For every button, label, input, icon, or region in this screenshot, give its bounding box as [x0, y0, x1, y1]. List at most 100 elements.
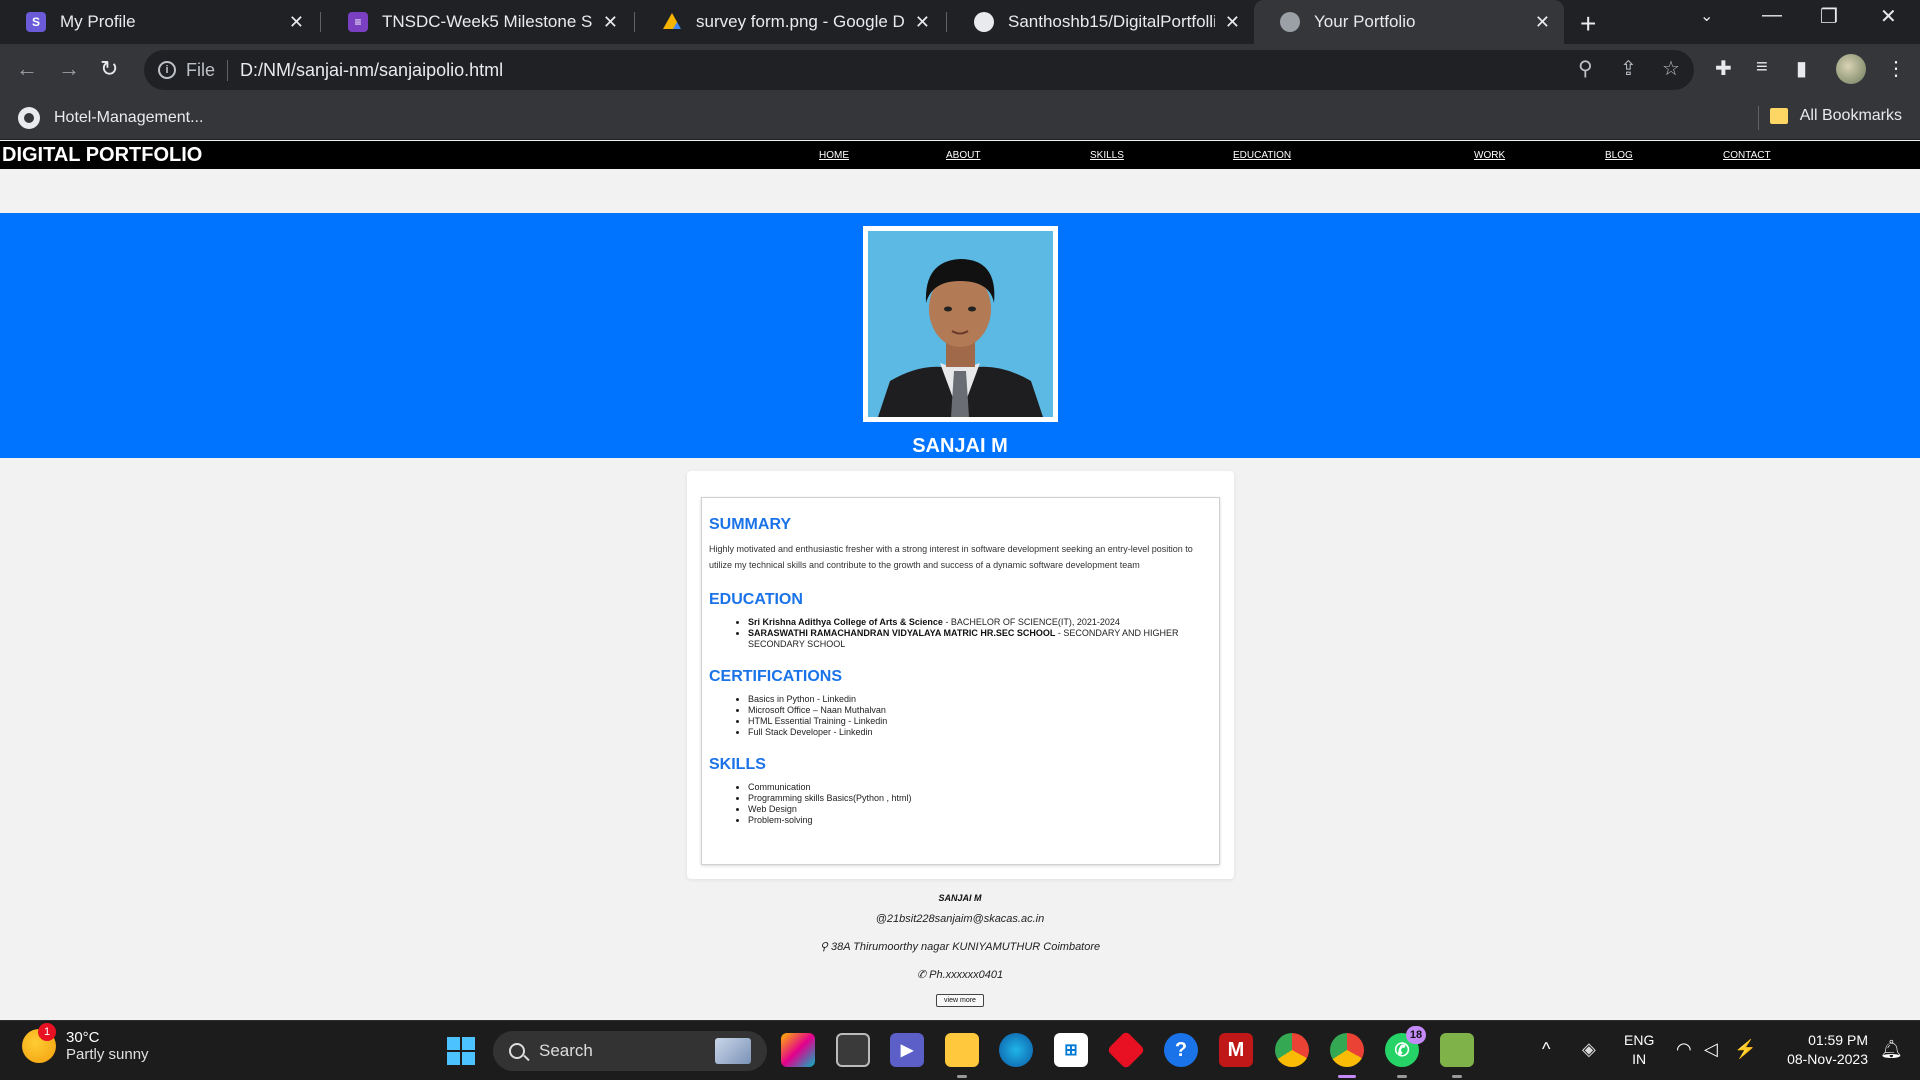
portfolio-page: DIGITAL PORTFOLIO HOME ABOUT SKILLS EDUC… [0, 141, 1920, 1020]
address-url[interactable]: D:/NM/sanjai-nm/sanjaipolio.html [240, 60, 503, 81]
help-icon[interactable]: ? [1164, 1033, 1198, 1067]
mcafee-icon[interactable]: M [1219, 1033, 1253, 1067]
close-tab-icon[interactable]: ✕ [915, 12, 930, 33]
profile-favicon-icon: S [26, 12, 46, 32]
notification-bell-icon[interactable]: 🔔︎ [1880, 1039, 1903, 1060]
weather-widget[interactable]: 1 30°C Partly sunny [22, 1023, 149, 1063]
hero-banner: SANJAI M [0, 213, 1920, 458]
folder-icon [1769, 108, 1788, 124]
search-label: Search [539, 1041, 593, 1060]
view-more-button[interactable]: view more [936, 994, 984, 1007]
nav-home[interactable]: HOME [819, 150, 849, 161]
forward-arrow-icon[interactable]: → [58, 56, 80, 82]
close-window-icon[interactable]: ✕ [1880, 4, 1897, 29]
reload-icon[interactable]: ↻ [100, 56, 118, 82]
address-bar[interactable]: i File D:/NM/sanjai-nm/sanjaipolio.html [144, 50, 1694, 90]
whatsapp-badge: 18 [1406, 1026, 1426, 1044]
edge-icon[interactable] [999, 1033, 1033, 1067]
clock-date: 08-Nov-2023 [1787, 1051, 1868, 1067]
certification-item: Basics in Python - Linkedin [748, 694, 1212, 705]
forms-favicon-icon: ≡ [348, 12, 368, 32]
close-tab-icon[interactable]: ✕ [289, 12, 304, 33]
footer-email: @21bsit228sanjaim@skacas.ac.in [875, 913, 1045, 925]
footer-name: SANJAI M [938, 893, 982, 903]
restore-icon[interactable]: ❐ [1820, 4, 1838, 29]
certifications-heading: CERTIFICATIONS [709, 668, 843, 685]
tab-title: My Profile [60, 12, 136, 31]
clock-time: 01:59 PM [1808, 1032, 1868, 1048]
copilot-icon[interactable] [781, 1033, 815, 1067]
education-list: Sri Krishna Adithya College of Arts & Sc… [709, 617, 1212, 650]
close-tab-icon[interactable]: ✕ [603, 12, 618, 33]
nav-blog[interactable]: BLOG [1605, 150, 1633, 161]
tab-title: Santhoshb15/DigitalPortfollio [1008, 12, 1215, 31]
new-tab-button[interactable]: + [1580, 8, 1596, 40]
chrome-profile-icon[interactable] [1330, 1033, 1364, 1067]
teams-chat-icon[interactable]: ▶ [890, 1033, 924, 1067]
nav-about[interactable]: ABOUT [946, 150, 980, 161]
weather-badge: 1 [38, 1023, 56, 1041]
profile-photo [863, 226, 1058, 422]
search-icon [509, 1043, 525, 1059]
nav-skills[interactable]: SKILLS [1090, 150, 1124, 161]
anydesk-icon[interactable] [1106, 1030, 1146, 1070]
education-item: Sri Krishna Adithya College of Arts & Sc… [748, 617, 1212, 628]
taskbar-search[interactable]: Search [493, 1031, 767, 1071]
nav-contact[interactable]: CONTACT [1723, 150, 1771, 161]
tab-my-profile[interactable]: S My Profile ✕ [0, 0, 318, 44]
tab-title: survey form.png - Google Drive [696, 12, 905, 31]
volume-icon[interactable]: ◁ [1704, 1039, 1718, 1060]
media-queue-icon[interactable]: ≡ [1756, 56, 1768, 79]
start-windows-icon[interactable] [447, 1037, 475, 1065]
tab-title: Your Portfolio [1314, 12, 1416, 31]
hero-name: SANJAI M [912, 435, 1008, 457]
bookmark-star-icon[interactable]: ☆ [1662, 56, 1680, 81]
nav-work[interactable]: WORK [1474, 150, 1505, 161]
photos-app-icon[interactable] [1440, 1033, 1474, 1067]
mcafee-tray-icon[interactable]: ◈ [1582, 1039, 1596, 1060]
windows-taskbar: 1 30°C Partly sunny Search ▶ ⊞ ? M ✆ 18 … [0, 1020, 1920, 1080]
search-highlight-image [715, 1038, 751, 1064]
system-clock[interactable]: 01:59 PM 08-Nov-2023 [1772, 1031, 1868, 1069]
browser-tab-strip: S My Profile ✕ ≡ TNSDC-Week5 Milestone S… [0, 0, 1920, 44]
profile-avatar[interactable] [1836, 54, 1866, 84]
all-bookmarks-button[interactable]: All Bookmarks [1769, 107, 1902, 125]
file-explorer-icon[interactable] [945, 1033, 979, 1067]
site-brand: DIGITAL PORTFOLIO [2, 144, 203, 166]
close-tab-icon[interactable]: ✕ [1535, 12, 1550, 33]
side-panel-icon[interactable]: ▮ [1796, 56, 1807, 81]
resume-inner-panel: SUMMARY Highly motivated and enthusiasti… [701, 497, 1220, 865]
extensions-puzzle-icon[interactable]: ✚ [1715, 56, 1732, 81]
certifications-list: Basics in Python - Linkedin Microsoft Of… [709, 694, 1212, 738]
bookmark-hotel-management[interactable]: Hotel-Management... [18, 107, 203, 129]
chrome-icon[interactable] [1275, 1033, 1309, 1067]
wifi-icon[interactable]: ◠ [1676, 1039, 1692, 1060]
tab-search-chevron-icon[interactable]: ⌄ [1700, 6, 1713, 26]
certification-item: Full Stack Developer - Linkedin [748, 727, 1212, 738]
menu-kebab-icon[interactable]: ⋮ [1886, 56, 1906, 81]
footer-phone: ✆ Ph.xxxxxx0401 [916, 969, 1004, 981]
tab-your-portfolio[interactable]: Your Portfolio ✕ [1254, 0, 1564, 44]
tab-tnsdc-week5[interactable]: ≡ TNSDC-Week5 Milestone Submi ✕ [322, 0, 632, 44]
minimize-icon[interactable]: — [1762, 4, 1782, 27]
skills-list: Communication Programming skills Basics(… [709, 782, 1212, 826]
zoom-icon[interactable]: ⚲ [1578, 56, 1593, 81]
tab-google-drive[interactable]: survey form.png - Google Drive ✕ [636, 0, 944, 44]
tab-github-repo[interactable]: Santhoshb15/DigitalPortfollio ✕ [948, 0, 1254, 44]
share-icon[interactable]: ⇪ [1620, 56, 1637, 81]
partly-sunny-icon: 1 [22, 1023, 56, 1063]
certification-item: HTML Essential Training - Linkedin [748, 716, 1212, 727]
battery-charging-icon[interactable]: ⚡ [1734, 1039, 1756, 1060]
back-arrow-icon[interactable]: ← [16, 56, 38, 82]
info-icon[interactable]: i [158, 61, 176, 79]
nav-education[interactable]: EDUCATION [1233, 150, 1291, 161]
github-favicon-icon [974, 12, 994, 32]
language-indicator[interactable]: ENG IN [1624, 1031, 1654, 1069]
certification-item: Microsoft Office – Naan Muthalvan [748, 705, 1212, 716]
close-tab-icon[interactable]: ✕ [1225, 12, 1240, 33]
tray-overflow-chevron-icon[interactable]: ^ [1542, 1039, 1550, 1060]
microsoft-store-icon[interactable]: ⊞ [1054, 1033, 1088, 1067]
globe-favicon-icon [1280, 12, 1300, 32]
bookmark-label: Hotel-Management... [54, 109, 204, 126]
task-view-icon[interactable] [836, 1033, 870, 1067]
